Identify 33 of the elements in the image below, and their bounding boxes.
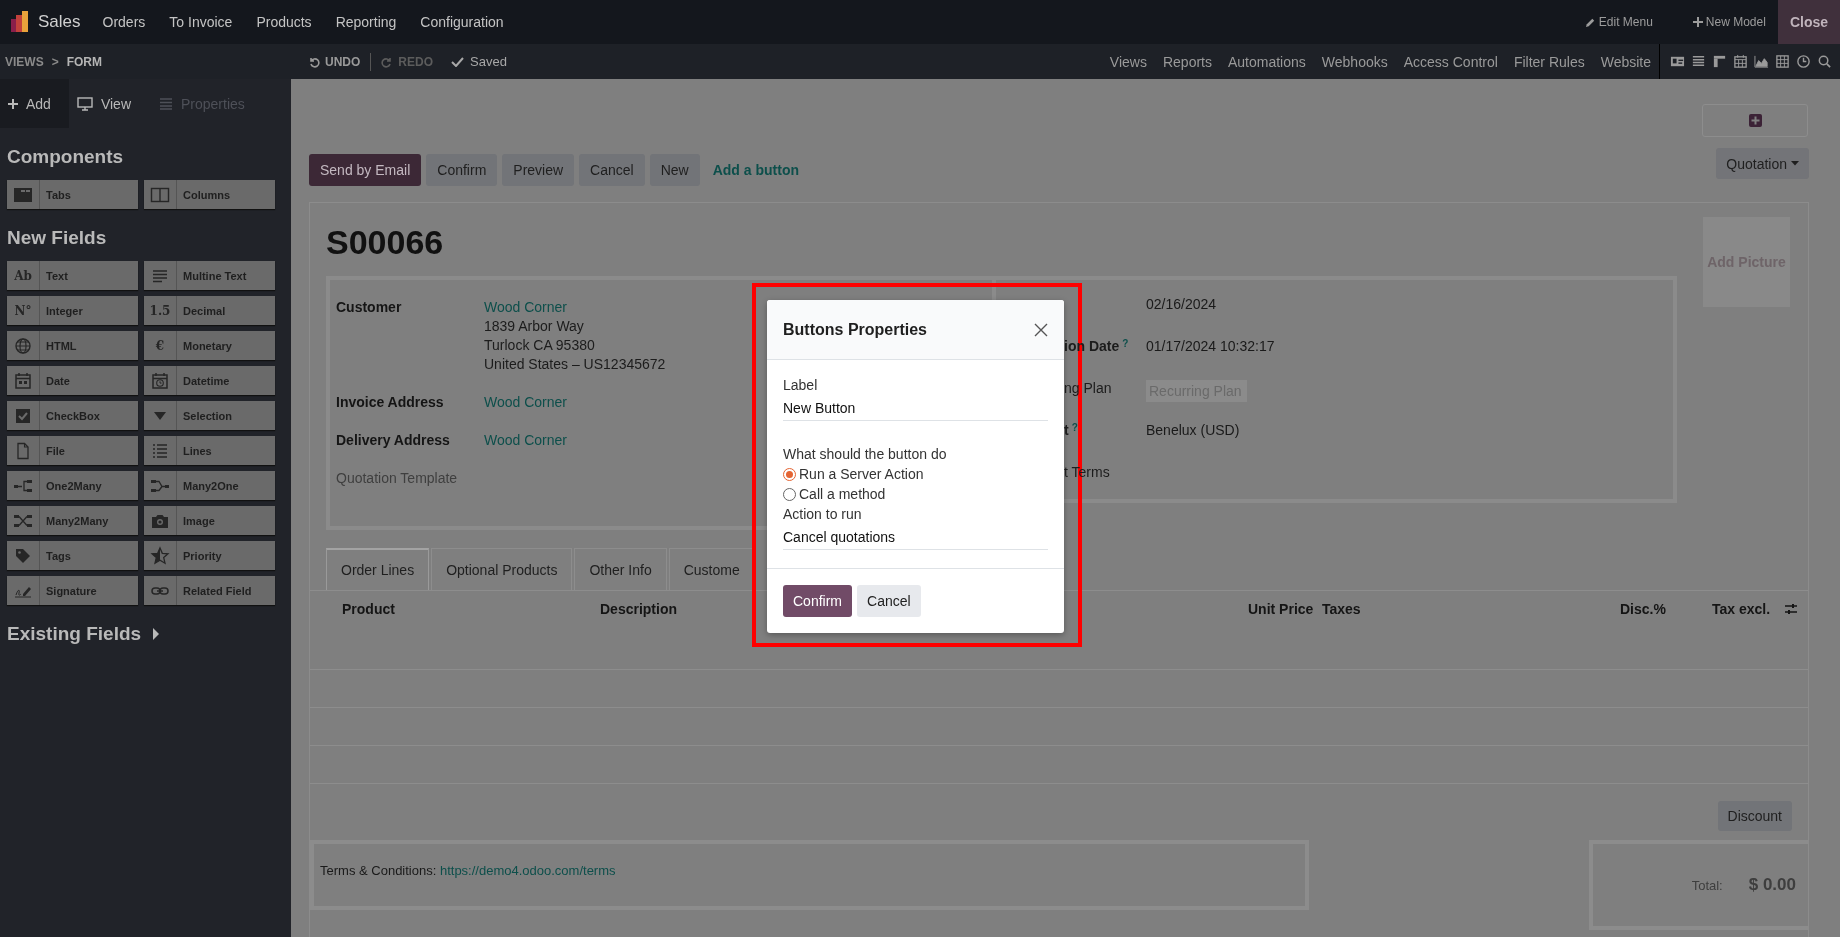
breadcrumb-separator: >	[51, 54, 59, 69]
field-type-icon: 1.5	[149, 303, 171, 318]
field-value: Benelux (USD)	[1146, 422, 1240, 438]
total-amount: $ 0.00	[1748, 875, 1796, 895]
field-label: Delivery Address	[336, 432, 451, 448]
total-label: Total:	[1691, 877, 1723, 893]
field-label: Quotation Template	[336, 470, 459, 486]
field-type-icon: €	[155, 338, 165, 353]
field-label: t	[1064, 422, 1069, 438]
column-header: Taxes	[1322, 600, 1361, 617]
address-line: 1839 Arbor Way	[484, 318, 585, 334]
column-header: Tax excl.	[1712, 600, 1771, 617]
terms-text: Terms & Conditions: https://demo4.odoo.com/terms	[320, 863, 616, 878]
field-label: Label	[783, 377, 819, 393]
record-title: S00066	[326, 223, 445, 262]
address-line: Turlock CA 95380	[484, 337, 596, 353]
field-label: Invoice Address	[336, 394, 445, 410]
address-line: United States – US12345672	[484, 356, 666, 372]
field-label: What should the button do	[783, 446, 948, 462]
column-header: Disc.%	[1620, 600, 1666, 617]
field-label: Action to run	[783, 506, 863, 522]
field-type-icon: Ab	[14, 268, 32, 283]
column-header: Description	[600, 600, 677, 617]
dialog-title: Buttons Properties	[783, 320, 927, 339]
field-value: 02/16/2024	[1146, 296, 1217, 312]
section-heading: New Fields	[7, 227, 108, 249]
save-status: Saved	[470, 54, 507, 69]
column-header: Product	[342, 600, 395, 617]
field-type-icon: N°	[14, 303, 32, 318]
field-label: Customer	[336, 299, 403, 317]
column-header: Unit Price	[1248, 600, 1314, 617]
field-value: 01/17/2024 10:32:17	[1146, 338, 1275, 354]
section-heading: Components	[7, 146, 125, 168]
